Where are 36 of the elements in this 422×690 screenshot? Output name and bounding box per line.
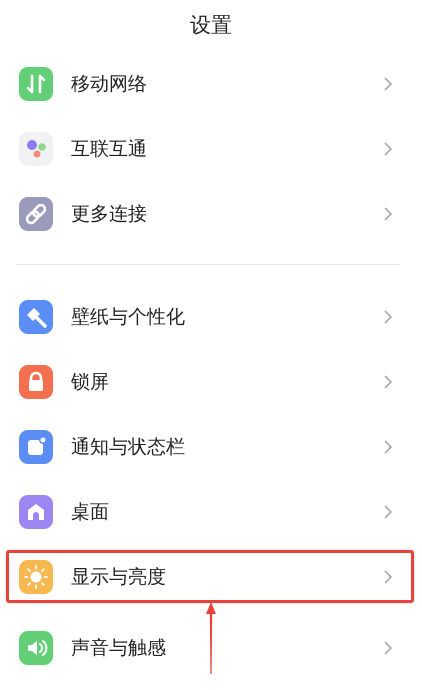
settings-item[interactable]: 桌面 bbox=[6, 479, 414, 544]
settings-item[interactable]: 壁纸与个性化 bbox=[6, 284, 414, 349]
chevron-icon bbox=[383, 568, 393, 584]
chevron-icon bbox=[383, 640, 393, 656]
highlighted-settings-item[interactable]: 显示与亮度 bbox=[6, 550, 414, 603]
item-label: 移动网络 bbox=[71, 72, 148, 96]
item-label: 互联互通 bbox=[71, 136, 148, 162]
sun-icon bbox=[19, 560, 53, 594]
item-label: 显示与亮度 bbox=[71, 564, 167, 590]
page-title: 设置 bbox=[190, 12, 232, 39]
settings-item[interactable]: 通知与状态栏 bbox=[6, 414, 414, 479]
item-label: 锁屏 bbox=[71, 370, 110, 394]
settings-item[interactable]: 移动网络 bbox=[6, 51, 414, 116]
notification-icon bbox=[19, 430, 53, 464]
home-icon bbox=[19, 494, 53, 528]
lock-icon bbox=[19, 364, 53, 398]
chevron-icon bbox=[383, 140, 393, 156]
item-label: 桌面 bbox=[71, 500, 110, 524]
item-label: 声音与触感 bbox=[71, 636, 167, 660]
chevron-icon bbox=[383, 438, 393, 454]
chevron-icon bbox=[383, 76, 393, 92]
speaker-icon bbox=[19, 630, 53, 664]
chevron-icon bbox=[383, 308, 393, 324]
chevron-icon bbox=[383, 206, 393, 222]
dots-icon bbox=[19, 132, 53, 166]
settings-item[interactable]: 锁屏 bbox=[6, 349, 414, 414]
arrows-icon bbox=[19, 66, 53, 100]
link-icon bbox=[19, 196, 53, 230]
chevron-icon bbox=[383, 504, 393, 520]
item-label: 通知与状态栏 bbox=[71, 434, 186, 460]
settings-item[interactable]: 声音与触感 bbox=[6, 615, 414, 680]
settings-item[interactable]: 更多连接 bbox=[6, 181, 414, 246]
item-label: 壁纸与个性化 bbox=[71, 304, 186, 330]
settings-item[interactable]: 互联互通 bbox=[6, 116, 414, 181]
chevron-icon bbox=[383, 374, 393, 390]
item-label: 更多连接 bbox=[71, 202, 148, 226]
